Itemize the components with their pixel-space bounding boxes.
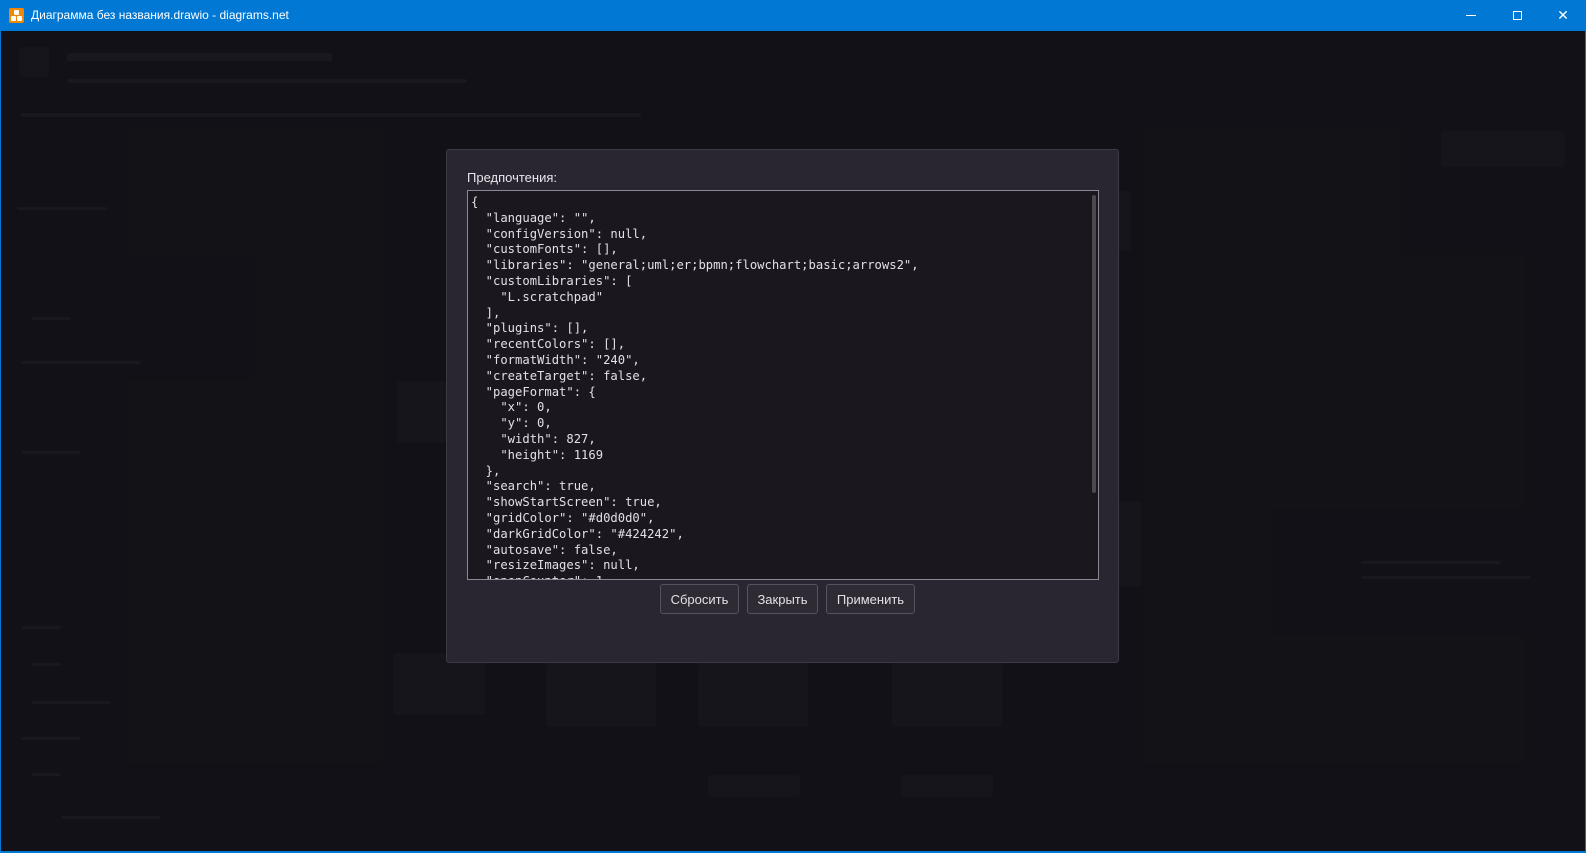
preferences-json-editor[interactable]: { "language": "", "configVersion": null,… bbox=[467, 190, 1099, 580]
minimize-button[interactable] bbox=[1448, 0, 1494, 31]
window-title-bar: Диаграмма без названия.drawio - diagrams… bbox=[0, 0, 1586, 31]
maximize-icon bbox=[1512, 11, 1522, 20]
preferences-label: Предпочтения: bbox=[467, 170, 557, 185]
preferences-json-text[interactable]: { "language": "", "configVersion": null,… bbox=[468, 191, 1098, 579]
dialog-button-row: Сбросить Закрыть Применить bbox=[447, 584, 1118, 614]
close-icon: ✕ bbox=[1557, 7, 1569, 24]
close-window-button[interactable]: ✕ bbox=[1540, 0, 1586, 31]
close-button[interactable]: Закрыть bbox=[747, 584, 818, 614]
window-title: Диаграмма без названия.drawio - diagrams… bbox=[31, 8, 289, 22]
drawio-app-icon bbox=[9, 8, 24, 23]
apply-button[interactable]: Применить bbox=[826, 584, 915, 614]
preferences-dialog: Предпочтения: { "language": "", "configV… bbox=[446, 149, 1119, 663]
minimize-icon bbox=[1466, 15, 1476, 16]
editor-scrollbar[interactable] bbox=[1092, 195, 1096, 493]
reset-button[interactable]: Сбросить bbox=[660, 584, 739, 614]
maximize-button[interactable] bbox=[1494, 0, 1540, 31]
